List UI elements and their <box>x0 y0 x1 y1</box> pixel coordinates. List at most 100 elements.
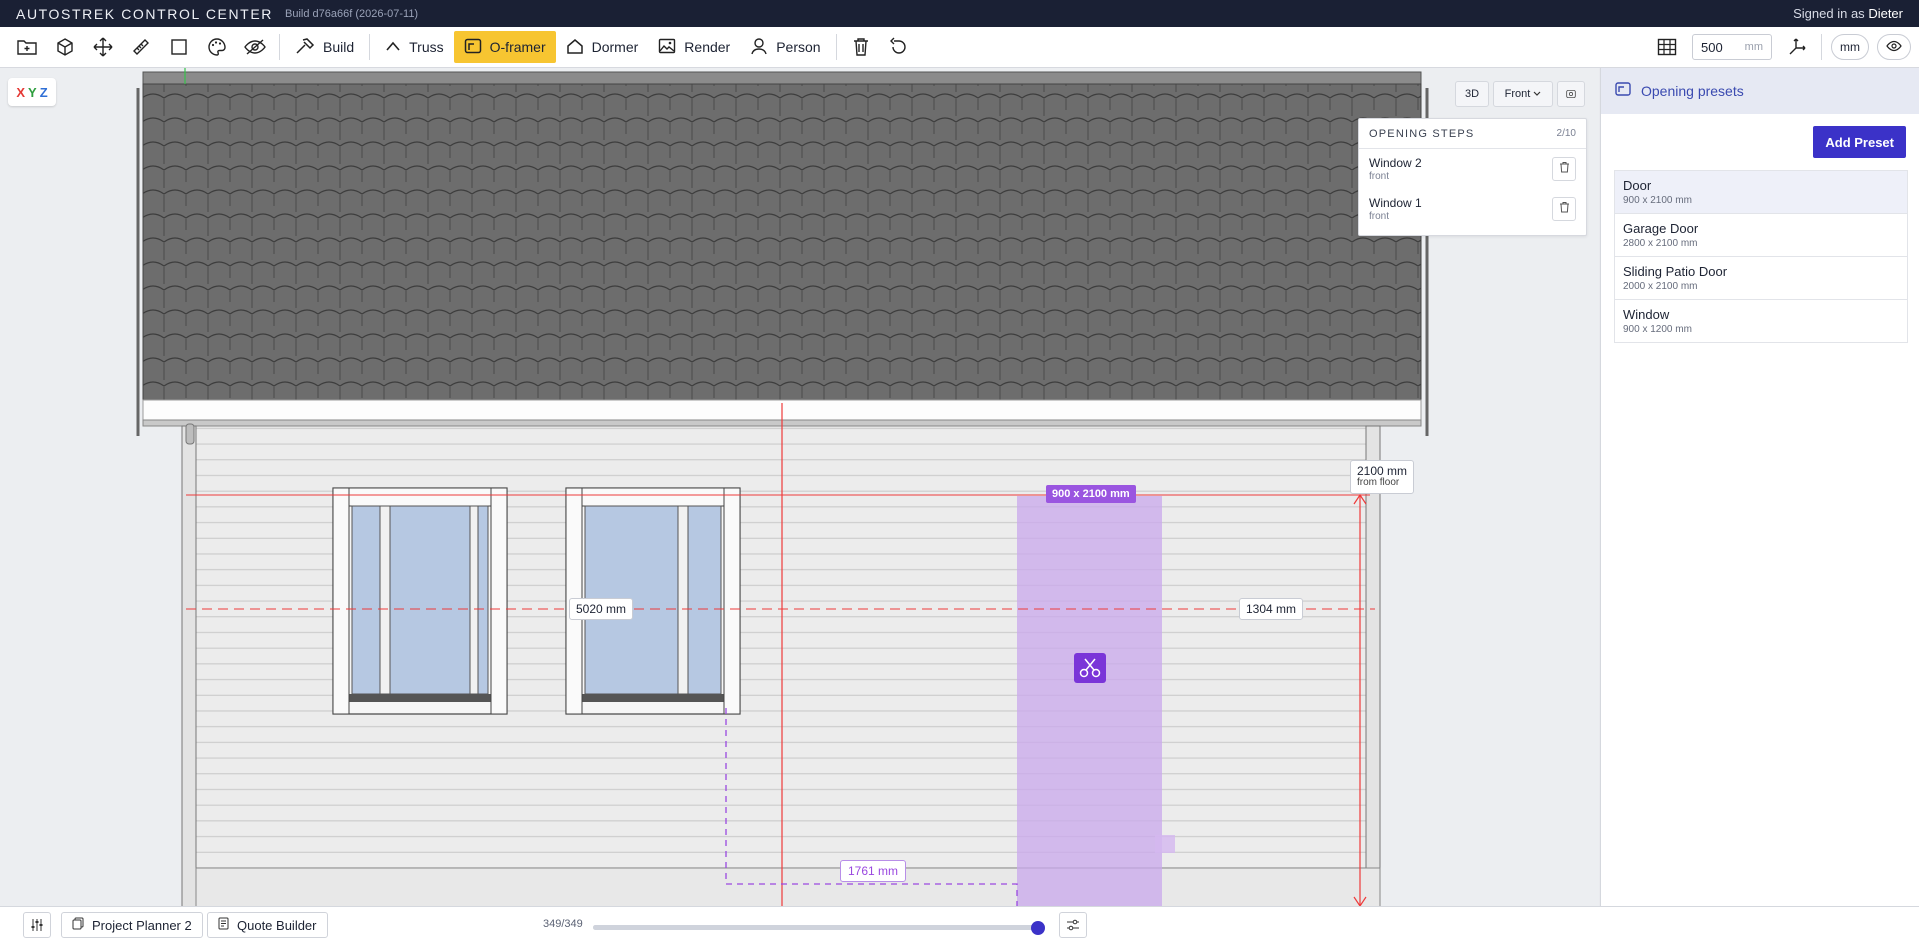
visibility-toggle[interactable] <box>1877 34 1911 60</box>
opening-steps-panel: OPENING STEPS 2/10 Window 2 front Window… <box>1358 118 1587 236</box>
eye-off-icon[interactable] <box>236 31 274 63</box>
preset-size: 900 x 1200 mm <box>1623 324 1692 335</box>
wall-base <box>195 867 1381 906</box>
o-framer-button[interactable]: O-framer <box>453 31 556 63</box>
caret-up-icon <box>385 39 401 56</box>
list-item[interactable]: Window 2 front <box>1359 149 1586 189</box>
ruler-icon[interactable] <box>122 31 160 63</box>
filter-sliders-icon[interactable] <box>1059 912 1087 938</box>
preset-item-door[interactable]: Door 900 x 2100 mm <box>1614 171 1908 214</box>
presets-list: Door 900 x 2100 mm Garage Door 2800 x 21… <box>1614 170 1908 343</box>
toolbar-separator <box>1821 34 1822 60</box>
list-item[interactable]: Window 1 front <box>1359 189 1586 229</box>
add-preset-button[interactable]: Add Preset <box>1813 126 1906 158</box>
delete-step-button[interactable] <box>1552 157 1576 181</box>
tab-quote-builder[interactable]: Quote Builder <box>207 912 328 938</box>
square-icon[interactable] <box>160 31 198 63</box>
truss-button[interactable]: Truss <box>375 31 453 63</box>
axis-icon[interactable] <box>1778 31 1816 63</box>
trash-icon <box>1559 200 1570 218</box>
truss-label: Truss <box>409 39 444 55</box>
build-button[interactable]: Build <box>285 31 364 63</box>
window-2 <box>332 487 508 715</box>
frame-icon <box>464 38 482 57</box>
axes-indicator: X Y Z <box>8 78 56 106</box>
image-icon <box>658 38 676 57</box>
roof-tiles <box>142 83 1422 403</box>
height-value: 2100 mm <box>1357 464 1408 478</box>
dormer-label: Dormer <box>591 39 639 55</box>
palette-icon[interactable] <box>198 31 236 63</box>
presets-header: Opening presets <box>1601 68 1919 114</box>
view-direction-select[interactable]: Front <box>1493 81 1553 107</box>
unit-toggle[interactable]: mm <box>1831 34 1869 60</box>
step-name: Window 1 <box>1369 196 1422 210</box>
timeline-slider-thumb[interactable] <box>1031 921 1045 935</box>
presets-title: Opening presets <box>1641 83 1744 99</box>
step-side: front <box>1369 171 1390 182</box>
signed-in-label: Signed in as Dieter <box>1793 6 1903 21</box>
view-controls: 3D Front <box>1455 81 1585 107</box>
person-label: Person <box>776 39 821 55</box>
view-3d-button[interactable]: 3D <box>1455 81 1489 107</box>
y-axis-label: Y <box>28 84 37 100</box>
undo-icon[interactable] <box>880 31 918 63</box>
opening-steps-count: 2/10 <box>1556 128 1576 139</box>
frame-icon <box>1615 81 1631 101</box>
trash-icon <box>1559 160 1570 178</box>
opening-steps-title: OPENING STEPS <box>1369 127 1475 140</box>
tab-label: Quote Builder <box>237 917 317 933</box>
door-preview <box>1017 496 1162 906</box>
grid-size-value: 500 <box>1701 39 1723 55</box>
eye-icon <box>1886 40 1902 55</box>
build-label: Build d76a66f (2026-07-11) <box>284 7 419 20</box>
preset-size: 2800 x 2100 mm <box>1623 238 1698 249</box>
toolbar-separator <box>369 34 371 60</box>
new-folder-icon[interactable] <box>8 31 46 63</box>
render-button[interactable]: Render <box>648 31 740 63</box>
screenshot-icon[interactable] <box>1557 81 1585 107</box>
build-label: Build <box>323 39 355 55</box>
top-bar: AUTOSTREK CONTROL CENTER Build d76a66f (… <box>0 0 1919 27</box>
step-side: front <box>1369 211 1390 222</box>
house-icon <box>566 37 584 58</box>
preset-item-window[interactable]: Window 900 x 1200 mm <box>1614 300 1908 343</box>
preset-item-sliding-patio-door[interactable]: Sliding Patio Door 2000 x 2100 mm <box>1614 257 1908 300</box>
tab-label: Project Planner 2 <box>92 917 192 933</box>
chevron-down-icon <box>1533 88 1541 100</box>
move-icon[interactable] <box>84 31 122 63</box>
tab-project-planner[interactable]: Project Planner 2 <box>61 912 203 938</box>
step-name: Window 2 <box>1369 156 1422 170</box>
copy-icon <box>72 917 84 933</box>
view-direction-label: Front <box>1504 88 1531 100</box>
delete-step-button[interactable] <box>1552 197 1576 221</box>
grid-size-unit: mm <box>1744 41 1763 53</box>
settings-sliders-icon[interactable] <box>23 912 51 938</box>
height-dimension[interactable]: 2100 mm from floor <box>1350 460 1415 494</box>
preset-name: Window <box>1623 307 1670 322</box>
left-offset-dimension[interactable]: 5020 mm <box>569 598 634 620</box>
grid-size-input[interactable]: 500 mm <box>1692 34 1772 60</box>
preset-name: Sliding Patio Door <box>1623 264 1728 279</box>
right-offset-dimension[interactable]: 1304 mm <box>1239 598 1304 620</box>
cube-icon[interactable] <box>46 31 84 63</box>
preset-item-garage-door[interactable]: Garage Door 2800 x 2100 mm <box>1614 214 1908 257</box>
trash-icon[interactable] <box>842 31 880 63</box>
timeline-slider[interactable] <box>593 925 1045 930</box>
person-button[interactable]: Person <box>740 31 830 63</box>
toolbar-separator <box>835 34 837 60</box>
hammer-icon <box>295 37 315 58</box>
step-counter: 349/349 <box>543 918 583 930</box>
person-icon <box>750 37 768 58</box>
x-axis-label: X <box>16 84 26 100</box>
preset-name: Door <box>1623 178 1652 193</box>
dormer-button[interactable]: Dormer <box>556 31 649 63</box>
bottom-offset-dimension[interactable]: 1761 mm <box>840 860 907 882</box>
toolbar-right: 500 mm mm <box>1648 31 1919 63</box>
scissors-icon <box>1074 653 1106 683</box>
preset-size: 900 x 2100 mm <box>1623 195 1692 206</box>
user-name[interactable]: Dieter <box>1868 6 1903 21</box>
o-framer-label: O-framer <box>489 39 546 55</box>
grid-icon[interactable] <box>1648 31 1686 63</box>
preset-size: 2000 x 2100 mm <box>1623 281 1698 292</box>
